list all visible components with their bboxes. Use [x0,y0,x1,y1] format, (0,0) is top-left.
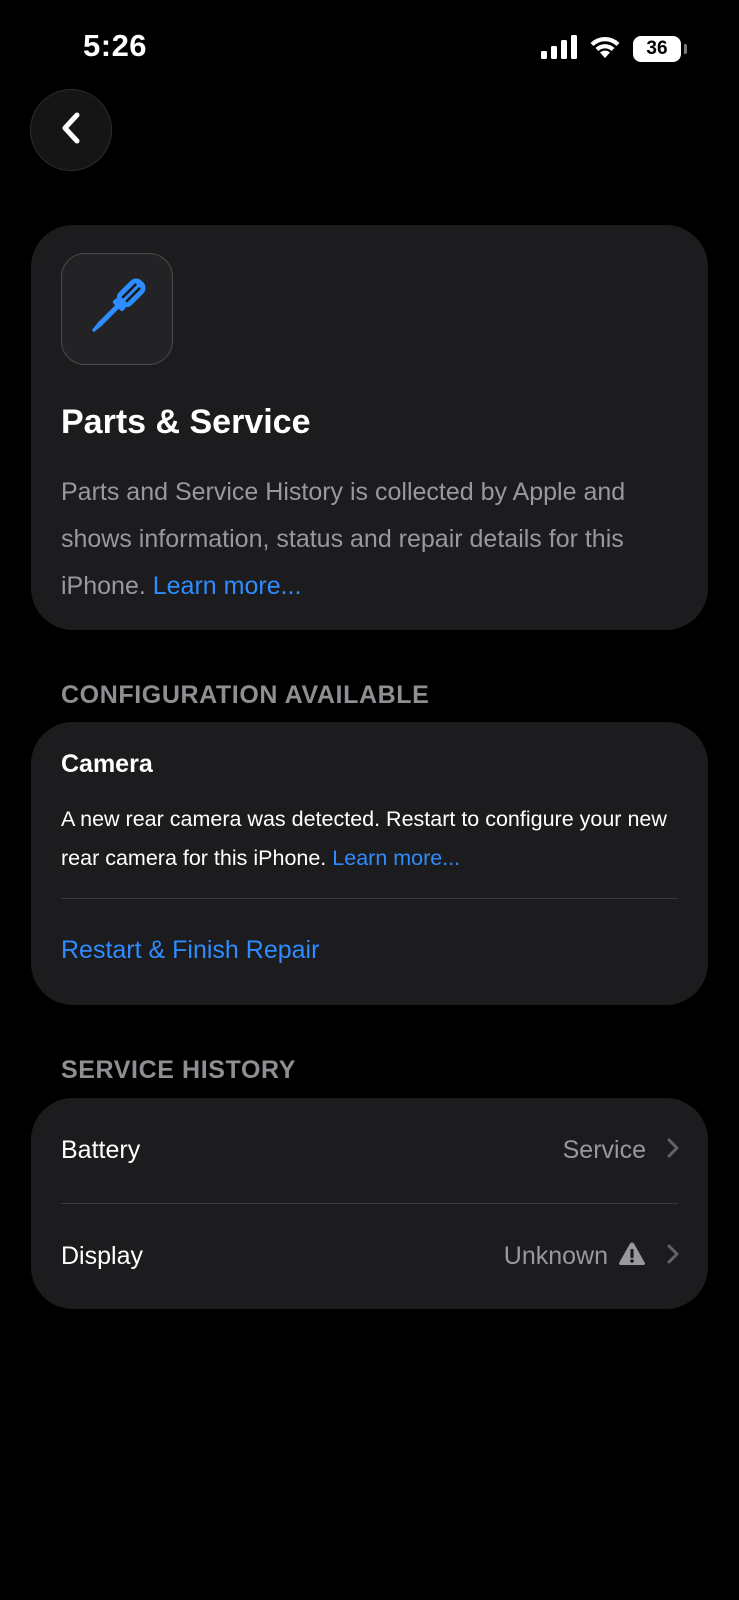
parts-service-card: Parts & Service Parts and Service Histor… [31,225,708,630]
warning-triangle-icon [618,1241,646,1272]
screwdriver-icon [77,267,157,352]
back-button[interactable] [30,89,112,171]
list-item-label: Display [61,1242,143,1270]
status-icons: 36 [541,34,687,64]
status-bar: 5:26 36 [0,0,739,100]
chevron-right-icon [656,1137,680,1164]
chevron-right-icon [656,1243,680,1270]
list-item-display[interactable]: Display Unknown [31,1204,708,1309]
battery-icon: 36 [633,36,687,62]
battery-level: 36 [646,38,668,59]
battery-cap [684,44,687,54]
status-time: 5:26 [83,28,148,63]
restart-finish-repair-button[interactable]: Restart & Finish Repair [61,936,319,965]
app-icon [61,253,173,365]
chevron-left-icon [60,111,82,150]
divider [61,898,678,899]
section-header-configuration: CONFIGURATION AVAILABLE [61,681,430,709]
list-item-accessory: Service [563,1136,680,1165]
camera-title: Camera [61,750,153,778]
cellular-signal-icon [541,34,577,64]
list-item-value: Service [562,1136,646,1164]
intro-description-text: Parts and Service History is collected b… [61,478,626,600]
list-item-value: Unknown [503,1242,608,1270]
list-item-label: Battery [61,1136,141,1164]
intro-description: Parts and Service History is collected b… [61,469,681,610]
camera-description: A new rear camera was detected. Restart … [61,800,681,878]
camera-learn-more-link[interactable]: Learn more... [332,846,460,870]
service-history-card: Battery Service Display Unknown [31,1098,708,1309]
learn-more-link[interactable]: Learn more... [153,572,302,600]
list-item-accessory: Unknown [504,1241,680,1272]
page-title: Parts & Service [61,403,311,441]
list-item-battery[interactable]: Battery Service [31,1098,708,1203]
wifi-icon [589,35,621,64]
configuration-card: Camera A new rear camera was detected. R… [31,722,708,1005]
section-header-service-history: SERVICE HISTORY [61,1056,296,1084]
